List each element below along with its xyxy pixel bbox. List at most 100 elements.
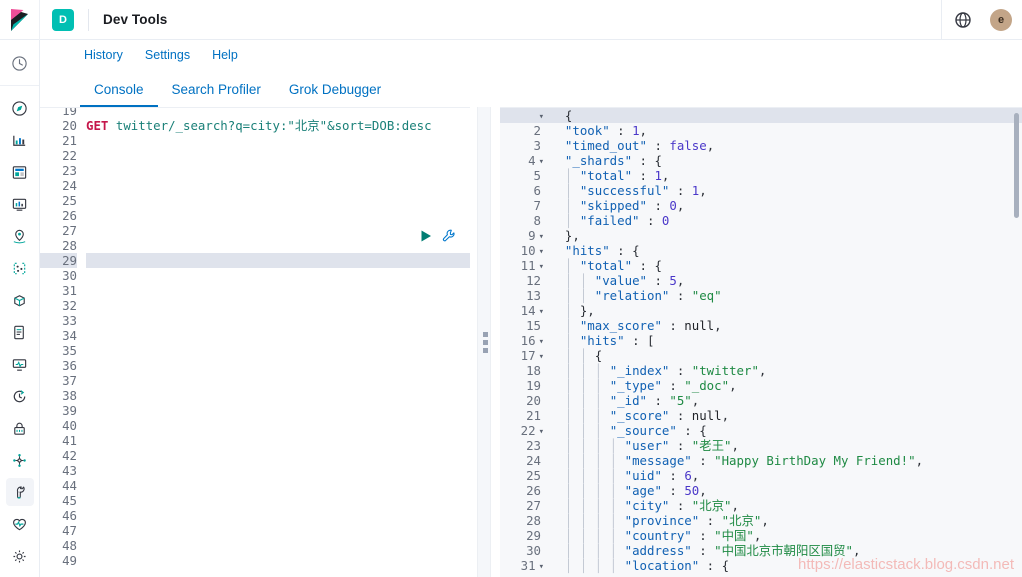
json-line[interactable]: │ │ │ │ "uid" : 6,	[550, 468, 1022, 483]
editor-line[interactable]	[86, 298, 470, 313]
json-line[interactable]: },	[550, 228, 1022, 243]
editor-line[interactable]	[86, 253, 470, 268]
editor-line[interactable]	[86, 463, 470, 478]
json-line[interactable]: "timed_out" : false,	[550, 138, 1022, 153]
tab-console[interactable]: Console	[80, 82, 158, 107]
json-line[interactable]: {	[550, 108, 1022, 123]
avatar[interactable]: e	[990, 8, 1012, 31]
editor-line[interactable]	[86, 178, 470, 193]
editor-line[interactable]	[86, 508, 470, 523]
json-line[interactable]: │ │ │ │ "age" : 50,	[550, 483, 1022, 498]
fold-arrow-icon[interactable]: ▾	[539, 307, 544, 317]
sidebar-item-maps[interactable]	[6, 222, 34, 250]
json-line[interactable]: │ "hits" : [	[550, 333, 1022, 348]
send-request-button[interactable]	[418, 228, 434, 247]
fold-arrow-icon[interactable]: ▾	[539, 262, 544, 272]
json-line[interactable]: "took" : 1,	[550, 123, 1022, 138]
json-line[interactable]: │ │ "relation" : "eq"	[550, 288, 1022, 303]
request-editor-code[interactable]: GET twitter/_search?q=city:"北京"&sort=DOB…	[86, 108, 470, 577]
editor-line[interactable]	[86, 208, 470, 223]
kibana-logo[interactable]	[0, 0, 40, 40]
editor-line[interactable]	[86, 108, 470, 118]
request-actions-menu-button[interactable]	[441, 228, 457, 247]
json-line[interactable]: │ │ │ │ "province" : "北京",	[550, 513, 1022, 528]
json-line[interactable]: │ │ {	[550, 348, 1022, 363]
json-line[interactable]: │ │ │ "_type" : "_doc",	[550, 378, 1022, 393]
fold-arrow-icon[interactable]: ▾	[539, 112, 544, 122]
editor-line[interactable]	[86, 133, 470, 148]
json-line[interactable]: │ │ │ "_source" : {	[550, 423, 1022, 438]
fold-arrow-icon[interactable]: ▾	[539, 352, 544, 362]
sidebar-item-uptime[interactable]	[6, 382, 34, 410]
editor-line[interactable]	[86, 268, 470, 283]
editor-line[interactable]	[86, 358, 470, 373]
json-line[interactable]: │ │ │ │ "country" : "中国",	[550, 528, 1022, 543]
editor-line[interactable]	[86, 313, 470, 328]
request-editor[interactable]: 19 20 21 22 23 24 25 26 27 28 29 30 31 32 33 34 35 36 37 38…	[40, 107, 470, 577]
json-line[interactable]: │ │ │ "_index" : "twitter",	[550, 363, 1022, 378]
nav-link-history[interactable]: History	[84, 48, 123, 62]
response-scrollbar[interactable]	[1014, 113, 1019, 218]
json-line[interactable]: │ │ │ │ "location" : {	[550, 558, 1022, 573]
sidebar-item-discover[interactable]	[6, 94, 34, 122]
json-line[interactable]: │ │ │ "_id" : "5",	[550, 393, 1022, 408]
sidebar-item-siem[interactable]	[6, 414, 34, 442]
response-viewer[interactable]: 1▾234▾56789▾10▾11▾121314▾1516▾17▾1819202…	[500, 107, 1022, 577]
sidebar-item-dev-tools[interactable]	[5, 478, 34, 506]
editor-line[interactable]	[86, 388, 470, 403]
json-line[interactable]: "_shards" : {	[550, 153, 1022, 168]
editor-line[interactable]	[86, 418, 470, 433]
editor-line[interactable]	[86, 328, 470, 343]
editor-line[interactable]	[86, 283, 470, 298]
sidebar-item-dashboard[interactable]	[6, 158, 34, 186]
fold-arrow-icon[interactable]: ▾	[539, 157, 544, 167]
editor-line[interactable]	[86, 538, 470, 553]
editor-line[interactable]	[86, 433, 470, 448]
fold-arrow-icon[interactable]: ▾	[539, 232, 544, 242]
json-line[interactable]: │ "successful" : 1,	[550, 183, 1022, 198]
sidebar-item-visualize[interactable]	[6, 126, 34, 154]
json-line[interactable]: │ "max_score" : null,	[550, 318, 1022, 333]
json-line[interactable]: │ },	[550, 303, 1022, 318]
editor-line[interactable]	[86, 493, 470, 508]
json-line[interactable]: "hits" : {	[550, 243, 1022, 258]
tab-search-profiler[interactable]: Search Profiler	[158, 82, 275, 107]
editor-line[interactable]	[86, 553, 470, 568]
json-line[interactable]: │ │ │ "_score" : null,	[550, 408, 1022, 423]
json-line[interactable]: │ │ │ │ "user" : "老王",	[550, 438, 1022, 453]
editor-line[interactable]	[86, 223, 470, 238]
sidebar-item-infrastructure[interactable]	[6, 286, 34, 314]
editor-line[interactable]	[86, 193, 470, 208]
tab-grok-debugger[interactable]: Grok Debugger	[275, 82, 395, 107]
json-line[interactable]: │ │ "value" : 5,	[550, 273, 1022, 288]
editor-line[interactable]	[86, 523, 470, 538]
sidebar-item-graph[interactable]	[6, 446, 34, 474]
sidebar-item-apm[interactable]	[6, 350, 34, 378]
request-line[interactable]: GET twitter/_search?q=city:"北京"&sort=DOB…	[86, 118, 470, 133]
sidebar-item-logs[interactable]	[6, 318, 34, 346]
pane-splitter[interactable]	[470, 107, 500, 577]
fold-arrow-icon[interactable]: ▾	[539, 427, 544, 437]
fold-arrow-icon[interactable]: ▾	[539, 562, 544, 572]
sidebar-item-management[interactable]	[6, 542, 34, 570]
fold-arrow-icon[interactable]: ▾	[539, 247, 544, 257]
editor-line[interactable]	[86, 238, 470, 253]
sidebar-item-recently-viewed[interactable]	[6, 49, 34, 77]
nav-link-help[interactable]: Help	[212, 48, 238, 62]
fold-arrow-icon[interactable]: ▾	[539, 337, 544, 347]
editor-line[interactable]	[86, 163, 470, 178]
editor-line[interactable]	[86, 478, 470, 493]
sidebar-item-canvas[interactable]	[6, 190, 34, 218]
editor-line[interactable]	[86, 448, 470, 463]
help-globe-icon[interactable]	[952, 9, 974, 31]
json-line[interactable]: │ │ │ │ "city" : "北京",	[550, 498, 1022, 513]
editor-line[interactable]	[86, 343, 470, 358]
json-line[interactable]: │ "skipped" : 0,	[550, 198, 1022, 213]
json-line[interactable]: │ │ │ │ "message" : "Happy BirthDay My F…	[550, 453, 1022, 468]
editor-line[interactable]	[86, 373, 470, 388]
editor-line[interactable]	[86, 148, 470, 163]
nav-link-settings[interactable]: Settings	[145, 48, 190, 62]
json-line[interactable]: │ "total" : {	[550, 258, 1022, 273]
json-line[interactable]: │ │ │ │ "address" : "中国北京市朝阳区国贸",	[550, 543, 1022, 558]
editor-line[interactable]	[86, 403, 470, 418]
